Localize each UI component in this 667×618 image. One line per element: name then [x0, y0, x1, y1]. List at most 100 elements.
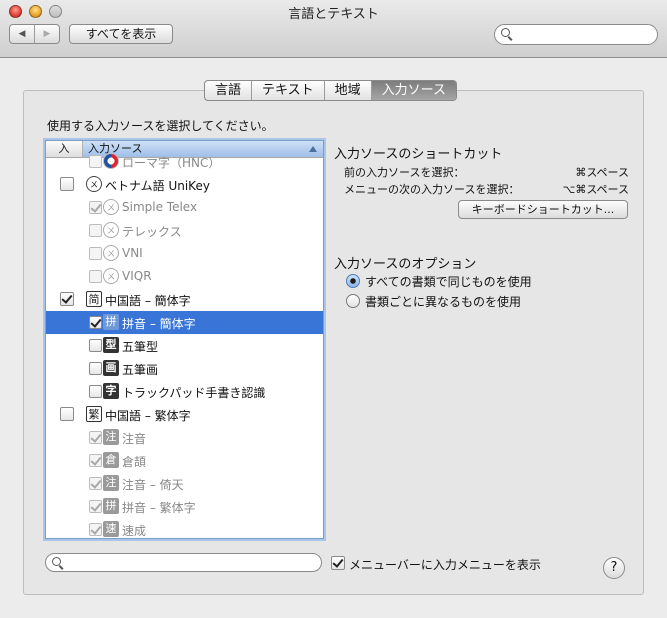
list-item-label: 拼音 – 簡体字 [122, 317, 196, 331]
vietnamese-icon: ㄨ [103, 268, 119, 284]
checkmark-icon [90, 454, 102, 466]
list-item-label: 注音 [122, 432, 147, 446]
enable-checkbox[interactable] [89, 477, 102, 490]
checkmark-icon [90, 477, 102, 489]
forward-icon[interactable]: ▶ [34, 25, 59, 43]
tab-language[interactable]: 言語 [205, 81, 253, 100]
sucheng-icon: 速 [103, 521, 119, 537]
enable-checkbox[interactable] [89, 523, 102, 536]
checkmark-icon [90, 316, 102, 328]
enable-checkbox[interactable] [60, 177, 74, 191]
list-item-label: 注音 – 倚天 [122, 478, 184, 492]
toolbar-search-input[interactable] [494, 24, 658, 45]
same-source-all-documents-radio[interactable] [346, 274, 360, 288]
list-item[interactable]: ㄨ VIQR [46, 265, 323, 288]
back-icon[interactable]: ◀ [10, 25, 34, 43]
next-source-label: メニューの次の入力ソースを選択： [344, 183, 520, 196]
handwriting-icon: 字 [103, 383, 119, 399]
zhuyin-eten-icon: 注 [103, 475, 119, 491]
list-item[interactable]: 画五筆画 [46, 357, 323, 380]
search-icon [52, 557, 61, 566]
list-item-label: 中国語 – 繁体字 [105, 409, 191, 423]
enable-checkbox[interactable] [89, 385, 102, 398]
korean-flag-icon [103, 153, 119, 169]
pinyin-icon: 拼 [103, 314, 119, 330]
cangjie-icon: 倉 [103, 452, 119, 468]
list-item-label: ベトナム語 UniKey [105, 179, 210, 193]
list-item-label: トラックパッド手書き認識 [122, 386, 266, 400]
enable-checkbox[interactable] [89, 155, 102, 168]
shortcuts-title: 入力ソースのショートカット [334, 147, 503, 162]
list-item[interactable]: 字トラックパッド手書き認識 [46, 380, 323, 403]
next-source-shortcut: ⌥⌘スペース [562, 183, 629, 196]
window-title: 言語とテキスト [288, 7, 379, 22]
vietnamese-icon: ㄨ [86, 176, 102, 192]
list-item[interactable]: ㄨ VNI [46, 242, 323, 265]
list-item-label: VNI [122, 246, 143, 260]
checkmark-icon [90, 523, 102, 535]
window-titlebar: 言語とテキスト ◀ ▶ すべてを表示 [0, 0, 667, 58]
tab-text[interactable]: テキスト [252, 81, 325, 100]
checkmark-icon [90, 201, 102, 213]
show-all-button[interactable]: すべてを表示 [69, 24, 173, 44]
list-item[interactable]: ㄨベトナム語 UniKey [46, 173, 323, 196]
instruction-text: 使用する入力ソースを選択してください。 [47, 119, 274, 133]
same-source-all-documents-label: すべての書類で同じものを使用 [365, 275, 532, 289]
checkmark-icon [90, 431, 102, 443]
list-item-label: Simple Telex [122, 200, 198, 214]
vietnamese-icon: ㄨ [103, 199, 119, 215]
zhuyin-icon: 注 [103, 429, 119, 445]
list-item[interactable]: 拼拼音 – 繁体字 [46, 495, 323, 518]
list-item[interactable]: 拼拼音 – 簡体字 [46, 311, 323, 334]
tab-input-sources[interactable]: 入力ソース [371, 81, 457, 100]
tab-bar: 言語 テキスト 地域 入力ソース [204, 80, 458, 101]
keyboard-shortcuts-button[interactable]: キーボードショートカット... [458, 200, 628, 219]
list-item[interactable]: 倉倉頡 [46, 449, 323, 472]
enable-checkbox[interactable] [89, 270, 102, 283]
enable-checkbox[interactable] [89, 316, 102, 329]
list-item-label: 五筆型 [122, 340, 159, 354]
navigation-buttons: ◀ ▶ [9, 24, 60, 44]
enable-checkbox[interactable] [89, 362, 102, 375]
list-item[interactable]: 注注音 – 倚天 [46, 472, 323, 495]
list-item[interactable]: 注注音 [46, 426, 323, 449]
enable-checkbox[interactable] [60, 407, 74, 421]
enable-checkbox[interactable] [89, 500, 102, 513]
different-source-per-document-radio[interactable] [346, 294, 360, 308]
input-source-list[interactable]: 入 入力ソース ローマ字（HNC）ㄨベトナム語 UniKey ㄨ Simple Te… [45, 140, 324, 539]
list-item[interactable]: 速速成 [46, 518, 323, 538]
help-button[interactable]: ? [603, 557, 625, 579]
traditional-chinese-icon: 繁 [86, 406, 102, 422]
checkmark-icon [90, 500, 102, 512]
different-source-per-document-label: 書類ごとに異なるものを使用 [365, 295, 522, 309]
search-icon [501, 28, 510, 37]
enable-checkbox[interactable] [89, 454, 102, 467]
show-input-menu-label: メニューバーに入力メニューを表示 [349, 558, 541, 572]
enable-checkbox[interactable] [89, 224, 102, 237]
list-item-label: VIQR [122, 269, 152, 283]
list-item[interactable]: ローマ字（HNC） [46, 150, 323, 173]
enable-checkbox[interactable] [89, 247, 102, 260]
show-input-menu-checkbox[interactable] [331, 556, 345, 570]
list-item[interactable]: 型五筆型 [46, 334, 323, 357]
options-title: 入力ソースのオプション [334, 257, 477, 272]
list-item[interactable]: 简中国語 – 簡体字 [46, 288, 323, 311]
enable-checkbox[interactable] [89, 339, 102, 352]
list-item[interactable]: ㄨ Simple Telex [46, 196, 323, 219]
list-item-label: 倉頡 [122, 455, 147, 469]
checkmark-icon [332, 556, 344, 568]
wubi-xing-icon: 型 [103, 337, 119, 353]
prev-source-shortcut: ⌘スペース [575, 166, 629, 179]
tab-region[interactable]: 地域 [325, 81, 372, 100]
prev-source-label: 前の入力ソースを選択： [344, 166, 465, 179]
list-item[interactable]: ㄨテレックス [46, 219, 323, 242]
enable-checkbox[interactable] [60, 292, 74, 306]
pinyin-icon: 拼 [103, 498, 119, 514]
enable-checkbox[interactable] [89, 201, 102, 214]
list-item-label: 拼音 – 繁体字 [122, 501, 196, 515]
wubi-hua-icon: 画 [103, 360, 119, 376]
list-item-label: 速成 [122, 524, 147, 538]
list-search-input[interactable] [45, 553, 322, 572]
list-item[interactable]: 繁中国語 – 繁体字 [46, 403, 323, 426]
enable-checkbox[interactable] [89, 431, 102, 444]
